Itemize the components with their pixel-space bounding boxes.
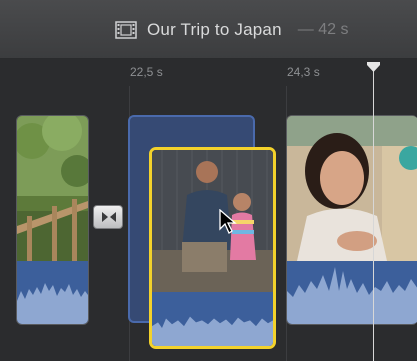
video-clip-selected[interactable] [149, 147, 276, 349]
ruler-tick-label: 24,3 s [287, 65, 320, 79]
audio-waveform [17, 261, 88, 324]
clip-thumbnail [287, 116, 417, 261]
project-title-bar: Our Trip to Japan — 42 s [115, 19, 348, 41]
project-title: Our Trip to Japan [147, 20, 282, 39]
audio-waveform [287, 261, 417, 324]
transition-icon [102, 212, 116, 222]
clip-thumbnail [152, 150, 273, 292]
timeline[interactable]: 22,5 s 24,3 s [0, 59, 417, 361]
project-header: Our Trip to Japan — 42 s [0, 0, 417, 59]
clip-thumbnail [17, 116, 88, 261]
pointer-icon [219, 209, 237, 234]
project-duration: — 42 s [297, 21, 349, 38]
audio-waveform [152, 292, 273, 346]
playhead[interactable] [373, 66, 374, 361]
transition-button[interactable] [93, 205, 123, 229]
film-icon [115, 21, 137, 39]
playhead-icon[interactable] [367, 62, 380, 72]
video-clip-right[interactable] [286, 115, 417, 325]
ruler-tick-label: 22,5 s [130, 65, 163, 79]
video-clip-left[interactable] [16, 115, 89, 325]
